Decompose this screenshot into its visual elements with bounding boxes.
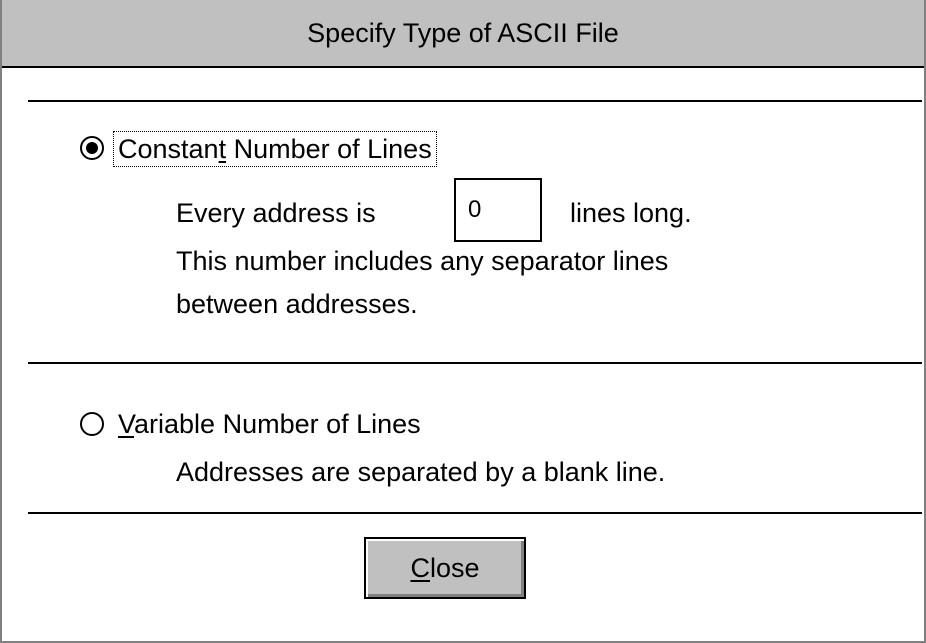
constant-lines-label[interactable]: Constant Number of Lines xyxy=(113,131,437,167)
dialog-title-bar: Specify Type of ASCII File xyxy=(2,0,924,68)
constant-label-suffix: Number of Lines xyxy=(226,134,432,164)
constant-label-mnemonic: t xyxy=(218,134,227,164)
separator-note-line1: This number includes any separator lines xyxy=(176,246,669,276)
lines-per-address-input[interactable] xyxy=(454,178,542,242)
variable-label-suffix: ariable Number of Lines xyxy=(134,409,421,439)
close-mnemonic: C xyxy=(410,552,430,583)
dialog-title: Specify Type of ASCII File xyxy=(307,17,619,48)
every-address-prefix: Every address is xyxy=(176,198,376,228)
ascii-file-type-dialog: Specify Type of ASCII File Constant Numb… xyxy=(0,0,926,643)
variable-lines-label[interactable]: Variable Number of Lines xyxy=(114,407,425,441)
variable-lines-description: Addresses are separated by a blank line. xyxy=(176,457,666,487)
divider-top xyxy=(28,100,922,102)
variable-lines-radio[interactable] xyxy=(80,412,104,436)
divider-bottom xyxy=(28,512,922,514)
constant-label-prefix: Constan xyxy=(118,134,219,164)
variable-label-mnemonic: V xyxy=(118,409,135,439)
close-button[interactable]: Close xyxy=(364,537,526,599)
constant-lines-radio[interactable] xyxy=(80,136,104,160)
close-label-suffix: lose xyxy=(429,552,480,583)
every-address-suffix: lines long. xyxy=(570,198,692,228)
divider-middle xyxy=(28,362,922,364)
radio-selected-dot xyxy=(86,142,98,154)
separator-note-line2: between addresses. xyxy=(176,289,418,319)
